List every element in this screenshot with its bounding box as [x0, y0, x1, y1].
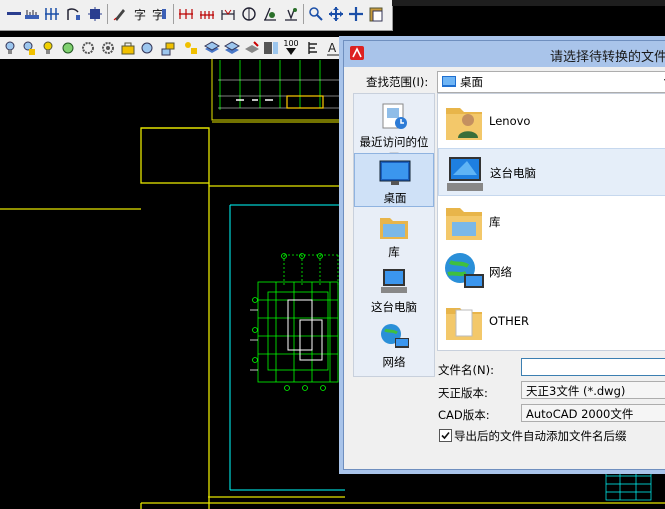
auto-suffix-label[interactable]: 导出后的文件自动添加文件名后缀 [454, 428, 627, 444]
toolbar-top: 字 字 [0, 0, 393, 31]
svg-text:A: A [328, 41, 337, 55]
gear-icon[interactable] [80, 40, 96, 56]
recent-places-icon [382, 103, 407, 129]
cad-version-value: AutoCAD 2000文件 [526, 407, 634, 421]
place-library[interactable]: 库 [354, 208, 434, 262]
lock-icon[interactable] [120, 40, 136, 56]
dimension-chain-icon[interactable] [199, 6, 215, 22]
symbol-icon[interactable] [262, 6, 278, 22]
file-name: Lenovo [489, 114, 531, 128]
hatch-icon[interactable] [87, 6, 103, 22]
link-icon[interactable] [308, 6, 324, 22]
checkmark-icon [441, 431, 450, 440]
circle-icon[interactable] [241, 6, 257, 22]
clipboard-icon[interactable] [368, 6, 384, 22]
library-icon [380, 218, 408, 239]
measure-line-icon[interactable] [6, 6, 22, 22]
place-label: 网络 [382, 355, 406, 369]
lock-icon[interactable] [140, 40, 156, 56]
toolbar-second: 100 A [0, 37, 344, 60]
brush-icon[interactable] [112, 6, 128, 22]
file-list[interactable]: Lenovo 这台电脑 库 网络 OTHER [437, 93, 665, 351]
layers-icon[interactable] [160, 40, 176, 56]
toolbar-separator [173, 4, 174, 24]
place-computer[interactable]: 这台电脑 [354, 263, 434, 317]
layer-icon[interactable] [20, 40, 36, 56]
settings-icon[interactable] [100, 40, 116, 56]
file-item[interactable]: 库 [438, 198, 665, 246]
place-label: 桌面 [383, 191, 407, 205]
column-grid-icon[interactable] [44, 6, 60, 22]
layers-icon[interactable] [182, 40, 198, 56]
svg-text:字: 字 [134, 7, 146, 22]
elevation-icon[interactable] [263, 40, 279, 56]
file-name: OTHER [489, 314, 529, 328]
network-icon [381, 324, 409, 348]
cad-version-label: CAD版本: [438, 408, 490, 422]
place-label: 这台电脑 [371, 300, 417, 314]
cad-version-combobox[interactable]: AutoCAD 2000文件 [521, 404, 665, 422]
filename-label: 文件名(N): [438, 363, 494, 377]
dialog-title: 请选择待转换的文件 [550, 50, 665, 65]
window-edge [392, 0, 665, 6]
bulb-icon[interactable] [2, 40, 18, 56]
filename-input[interactable] [521, 358, 665, 376]
elevation-value: 100 [283, 39, 299, 48]
layers-stack-icon[interactable] [204, 40, 220, 56]
file-name: 网络 [489, 265, 512, 279]
label-icon[interactable] [305, 40, 321, 56]
light-icon[interactable] [40, 40, 56, 56]
dimension-icon[interactable] [178, 6, 194, 22]
sun-icon[interactable] [60, 40, 76, 56]
lookin-label: 查找范围(I): [366, 75, 429, 89]
tz-version-label: 天正版本: [438, 386, 488, 400]
computer-icon [381, 269, 407, 293]
places-bar: 最近访问的位置 桌面 库 这台电脑 网络 [353, 93, 435, 377]
place-network[interactable]: 网络 [354, 318, 434, 372]
section-icon[interactable] [283, 6, 299, 22]
file-item[interactable]: 这台电脑 [438, 148, 665, 196]
library-folder-icon [446, 208, 482, 240]
layers-stack-icon[interactable] [224, 40, 240, 56]
file-item[interactable]: 网络 [438, 248, 665, 296]
place-label: 库 [388, 245, 400, 259]
toolbar-separator [107, 4, 108, 24]
move-icon[interactable] [328, 6, 344, 22]
file-item[interactable]: Lenovo [438, 98, 665, 146]
folder-icon [446, 308, 482, 340]
file-item[interactable]: OTHER [438, 298, 665, 346]
arc-icon[interactable] [66, 6, 82, 22]
pan-icon[interactable] [348, 6, 364, 22]
file-dialog: 请选择待转换的文件 查找范围(I): 桌面 最近访问的位置 桌面 库 这台电脑 … [343, 40, 665, 470]
computer-icon [447, 157, 483, 191]
user-folder-icon [446, 108, 482, 140]
text-style-icon[interactable]: 字 [151, 6, 167, 22]
ruler-icon[interactable] [24, 6, 40, 22]
tz-version-combobox[interactable]: 天正3文件 (*.dwg) [521, 381, 665, 399]
auto-suffix-checkbox[interactable] [439, 429, 452, 442]
lookin-combobox[interactable]: 桌面 [437, 71, 665, 93]
layers-off-icon[interactable] [244, 40, 260, 56]
file-name: 库 [489, 215, 501, 229]
dialog-titlebar[interactable]: 请选择待转换的文件 [344, 41, 665, 67]
elevation-label[interactable]: 100 [283, 40, 299, 56]
desktop-icon [379, 160, 411, 185]
autocad-app-icon [350, 46, 364, 60]
text-a-icon[interactable]: A [326, 40, 342, 56]
text-icon[interactable]: 字 [132, 6, 148, 22]
dimension-angle-icon[interactable] [220, 6, 236, 22]
place-recent[interactable]: 最近访问的位置 [354, 98, 434, 165]
tz-version-value: 天正3文件 (*.dwg) [526, 384, 626, 398]
lookin-value: 桌面 [460, 75, 483, 89]
network-icon [445, 253, 484, 288]
place-desktop[interactable]: 桌面 [354, 153, 434, 207]
file-name: 这台电脑 [490, 166, 536, 180]
desktop-small-icon [442, 76, 456, 87]
toolbar-separator [303, 4, 304, 24]
